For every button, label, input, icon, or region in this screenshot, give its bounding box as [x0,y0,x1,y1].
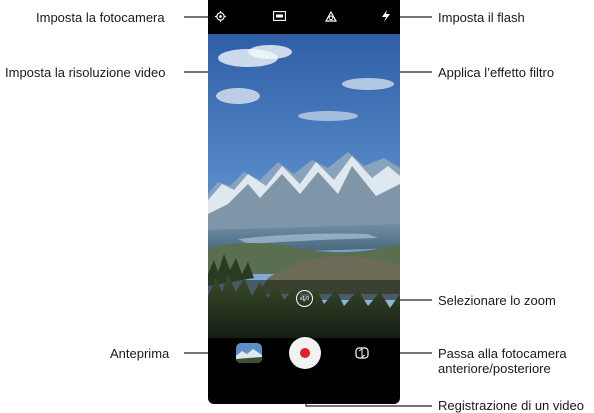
gear-icon[interactable] [214,10,226,22]
label-camera-settings: Imposta la fotocamera [36,10,165,25]
label-switch-camera-line2: anteriore/posteriore [438,361,551,376]
phone-screen: x1.0 [208,0,400,404]
gallery-preview-icon[interactable] [236,343,262,363]
switch-camera-icon[interactable] [354,345,370,361]
flash-icon[interactable] [379,10,393,22]
label-record: Registrazione di un video [438,398,584,413]
label-filter: Applica l’effetto filtro [438,65,555,80]
label-preview: Anteprima [110,346,170,361]
record-icon [300,348,310,358]
label-switch-camera: Passa alla fotocamera anteriore/posterio… [438,346,567,376]
label-video-resolution: Imposta la risoluzione video [5,65,166,80]
video-resolution-icon[interactable] [272,10,286,22]
record-button[interactable] [289,337,321,369]
label-flash: Imposta il flash [438,10,525,25]
camera-viewfinder: x1.0 [208,34,400,338]
zoom-button[interactable]: x1.0 [296,290,313,307]
zoom-icon: x1.0 [299,295,310,302]
label-zoom: Selezionare lo zoom [438,293,556,308]
filter-icon[interactable] [324,10,338,22]
label-switch-camera-line1: Passa alla fotocamera [438,346,567,361]
